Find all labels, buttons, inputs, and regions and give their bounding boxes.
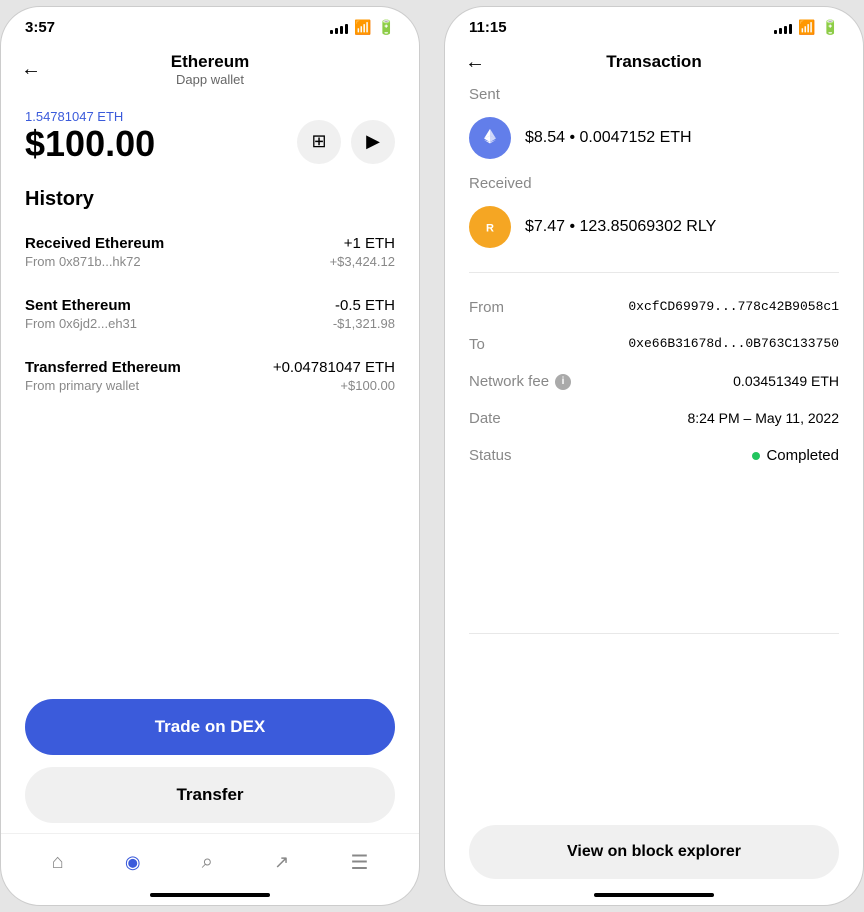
tx-divider-1 <box>469 272 839 273</box>
balance-eth: 1.54781047 ETH <box>25 109 155 124</box>
wallet-header: ← Ethereum Dapp wallet <box>1 42 419 93</box>
network-fee-row: Network fee i 0.03451349 ETH <box>445 363 863 400</box>
tx-amount-2: -0.5 ETH <box>333 297 395 314</box>
wallet-subtitle: Dapp wallet <box>171 72 249 87</box>
tx-header: ← Transaction <box>445 42 863 86</box>
tx-page-title: Transaction <box>606 52 701 72</box>
network-fee-value: 0.03451349 ETH <box>733 373 839 389</box>
wifi-icon: 📶 <box>798 19 815 36</box>
to-label: To <box>469 336 485 353</box>
network-fee-label-group: Network fee i <box>469 373 571 390</box>
explorer-button[interactable]: View on block explorer <box>469 825 839 879</box>
balance-section: 1.54781047 ETH $100.00 ⊞ ▶ <box>1 93 419 174</box>
nav-menu[interactable]: ☰ <box>338 844 380 881</box>
left-time: 3:57 <box>25 19 55 36</box>
tx-usd-1: +$3,424.12 <box>330 254 395 269</box>
network-fee-label: Network fee <box>469 373 549 390</box>
home-indicator-right <box>594 893 714 897</box>
balance-left: 1.54781047 ETH $100.00 <box>25 109 155 164</box>
wifi-icon: 📶 <box>354 19 371 36</box>
sent-item: $8.54 • 0.0047152 ETH <box>445 111 863 175</box>
date-label: Date <box>469 410 501 427</box>
signal-icon <box>774 22 792 34</box>
history-list: Received Ethereum From 0x871b...hk72 +1 … <box>1 221 419 683</box>
received-label: Received <box>445 175 863 200</box>
wallet-actions: ⊞ ▶ <box>297 120 395 164</box>
balance-usd: $100.00 <box>25 124 155 164</box>
from-value: 0xcfCD69979...778c42B9058c1 <box>628 299 839 314</box>
signal-icon <box>330 22 348 34</box>
sent-label: Sent <box>445 86 863 111</box>
battery-icon: 🔋 <box>378 19 395 36</box>
send-button[interactable]: ▶ <box>351 120 395 164</box>
right-status-icons: 📶 🔋 <box>774 19 839 36</box>
tx-sub-1: From 0x871b...hk72 <box>25 254 164 269</box>
right-time: 11:15 <box>469 19 507 36</box>
tx-amount-1: +1 ETH <box>330 235 395 252</box>
back-button[interactable]: ← <box>21 58 41 81</box>
wallet-name: Ethereum <box>171 52 249 72</box>
back-button[interactable]: ← <box>465 51 485 74</box>
tx-usd-2: -$1,321.98 <box>333 316 395 331</box>
info-icon[interactable]: i <box>555 374 571 390</box>
tx-bottom: View on block explorer <box>445 809 863 889</box>
from-row: From 0xcfCD69979...778c42B9058c1 <box>445 289 863 326</box>
received-amount: $7.47 • 123.85069302 RLY <box>525 218 716 236</box>
qr-button[interactable]: ⊞ <box>297 120 341 164</box>
home-icon: ⌂ <box>52 851 64 874</box>
portfolio-icon: ◉ <box>125 852 141 873</box>
nav-home[interactable]: ⌂ <box>40 845 76 880</box>
qr-icon: ⊞ <box>311 131 326 152</box>
status-dot <box>752 452 760 460</box>
to-value: 0xe66B31678d...0B763C133750 <box>628 336 839 351</box>
right-phone: 11:15 📶 🔋 ← Transaction Sent <box>444 6 864 906</box>
battery-icon: 🔋 <box>822 19 839 36</box>
nav-activity[interactable]: ↗ <box>262 846 301 879</box>
history-title: History <box>1 174 419 221</box>
date-value: 8:24 PM – May 11, 2022 <box>688 410 840 426</box>
date-row: Date 8:24 PM – May 11, 2022 <box>445 400 863 437</box>
eth-coin-icon <box>469 117 511 159</box>
sent-amount: $8.54 • 0.0047152 ETH <box>525 129 692 147</box>
status-text: Completed <box>766 447 839 464</box>
rly-coin-icon: R <box>469 206 511 248</box>
right-status-bar: 11:15 📶 🔋 <box>445 7 863 42</box>
status-value: Completed <box>752 447 839 464</box>
home-indicator <box>150 893 270 897</box>
status-label: Status <box>469 447 512 464</box>
menu-icon: ☰ <box>350 850 368 875</box>
svg-text:R: R <box>486 223 494 235</box>
history-item: Sent Ethereum From 0x6jd2...eh31 -0.5 ET… <box>1 283 419 345</box>
tx-usd-3: +$100.00 <box>273 378 395 393</box>
from-label: From <box>469 299 504 316</box>
to-row: To 0xe66B31678d...0B763C133750 <box>445 326 863 363</box>
search-icon: ⌕ <box>202 851 213 874</box>
left-phone: 3:57 📶 🔋 ← Ethereum Dapp wallet 1.547810… <box>0 6 420 906</box>
activity-icon: ↗ <box>274 852 289 873</box>
nav-search[interactable]: ⌕ <box>190 845 225 880</box>
tx-title-1: Received Ethereum <box>25 235 164 252</box>
history-item: Received Ethereum From 0x871b...hk72 +1 … <box>1 221 419 283</box>
history-item: Transferred Ethereum From primary wallet… <box>1 345 419 407</box>
bottom-nav: ⌂ ◉ ⌕ ↗ ☰ <box>1 833 419 889</box>
left-status-bar: 3:57 📶 🔋 <box>1 7 419 42</box>
nav-portfolio[interactable]: ◉ <box>113 846 153 879</box>
trade-dex-button[interactable]: Trade on DEX <box>25 699 395 755</box>
tx-sub-2: From 0x6jd2...eh31 <box>25 316 137 331</box>
status-row: Status Completed <box>445 437 863 474</box>
wallet-title: Ethereum Dapp wallet <box>171 52 249 87</box>
received-item: R $7.47 • 123.85069302 RLY <box>445 200 863 264</box>
tx-sub-3: From primary wallet <box>25 378 181 393</box>
tx-title-3: Transferred Ethereum <box>25 359 181 376</box>
send-icon: ▶ <box>366 131 380 152</box>
tx-title-2: Sent Ethereum <box>25 297 137 314</box>
tx-amount-3: +0.04781047 ETH <box>273 359 395 376</box>
transfer-button[interactable]: Transfer <box>25 767 395 823</box>
tx-divider-2 <box>469 633 839 634</box>
left-status-icons: 📶 🔋 <box>330 19 395 36</box>
wallet-buttons: Trade on DEX Transfer <box>1 683 419 833</box>
